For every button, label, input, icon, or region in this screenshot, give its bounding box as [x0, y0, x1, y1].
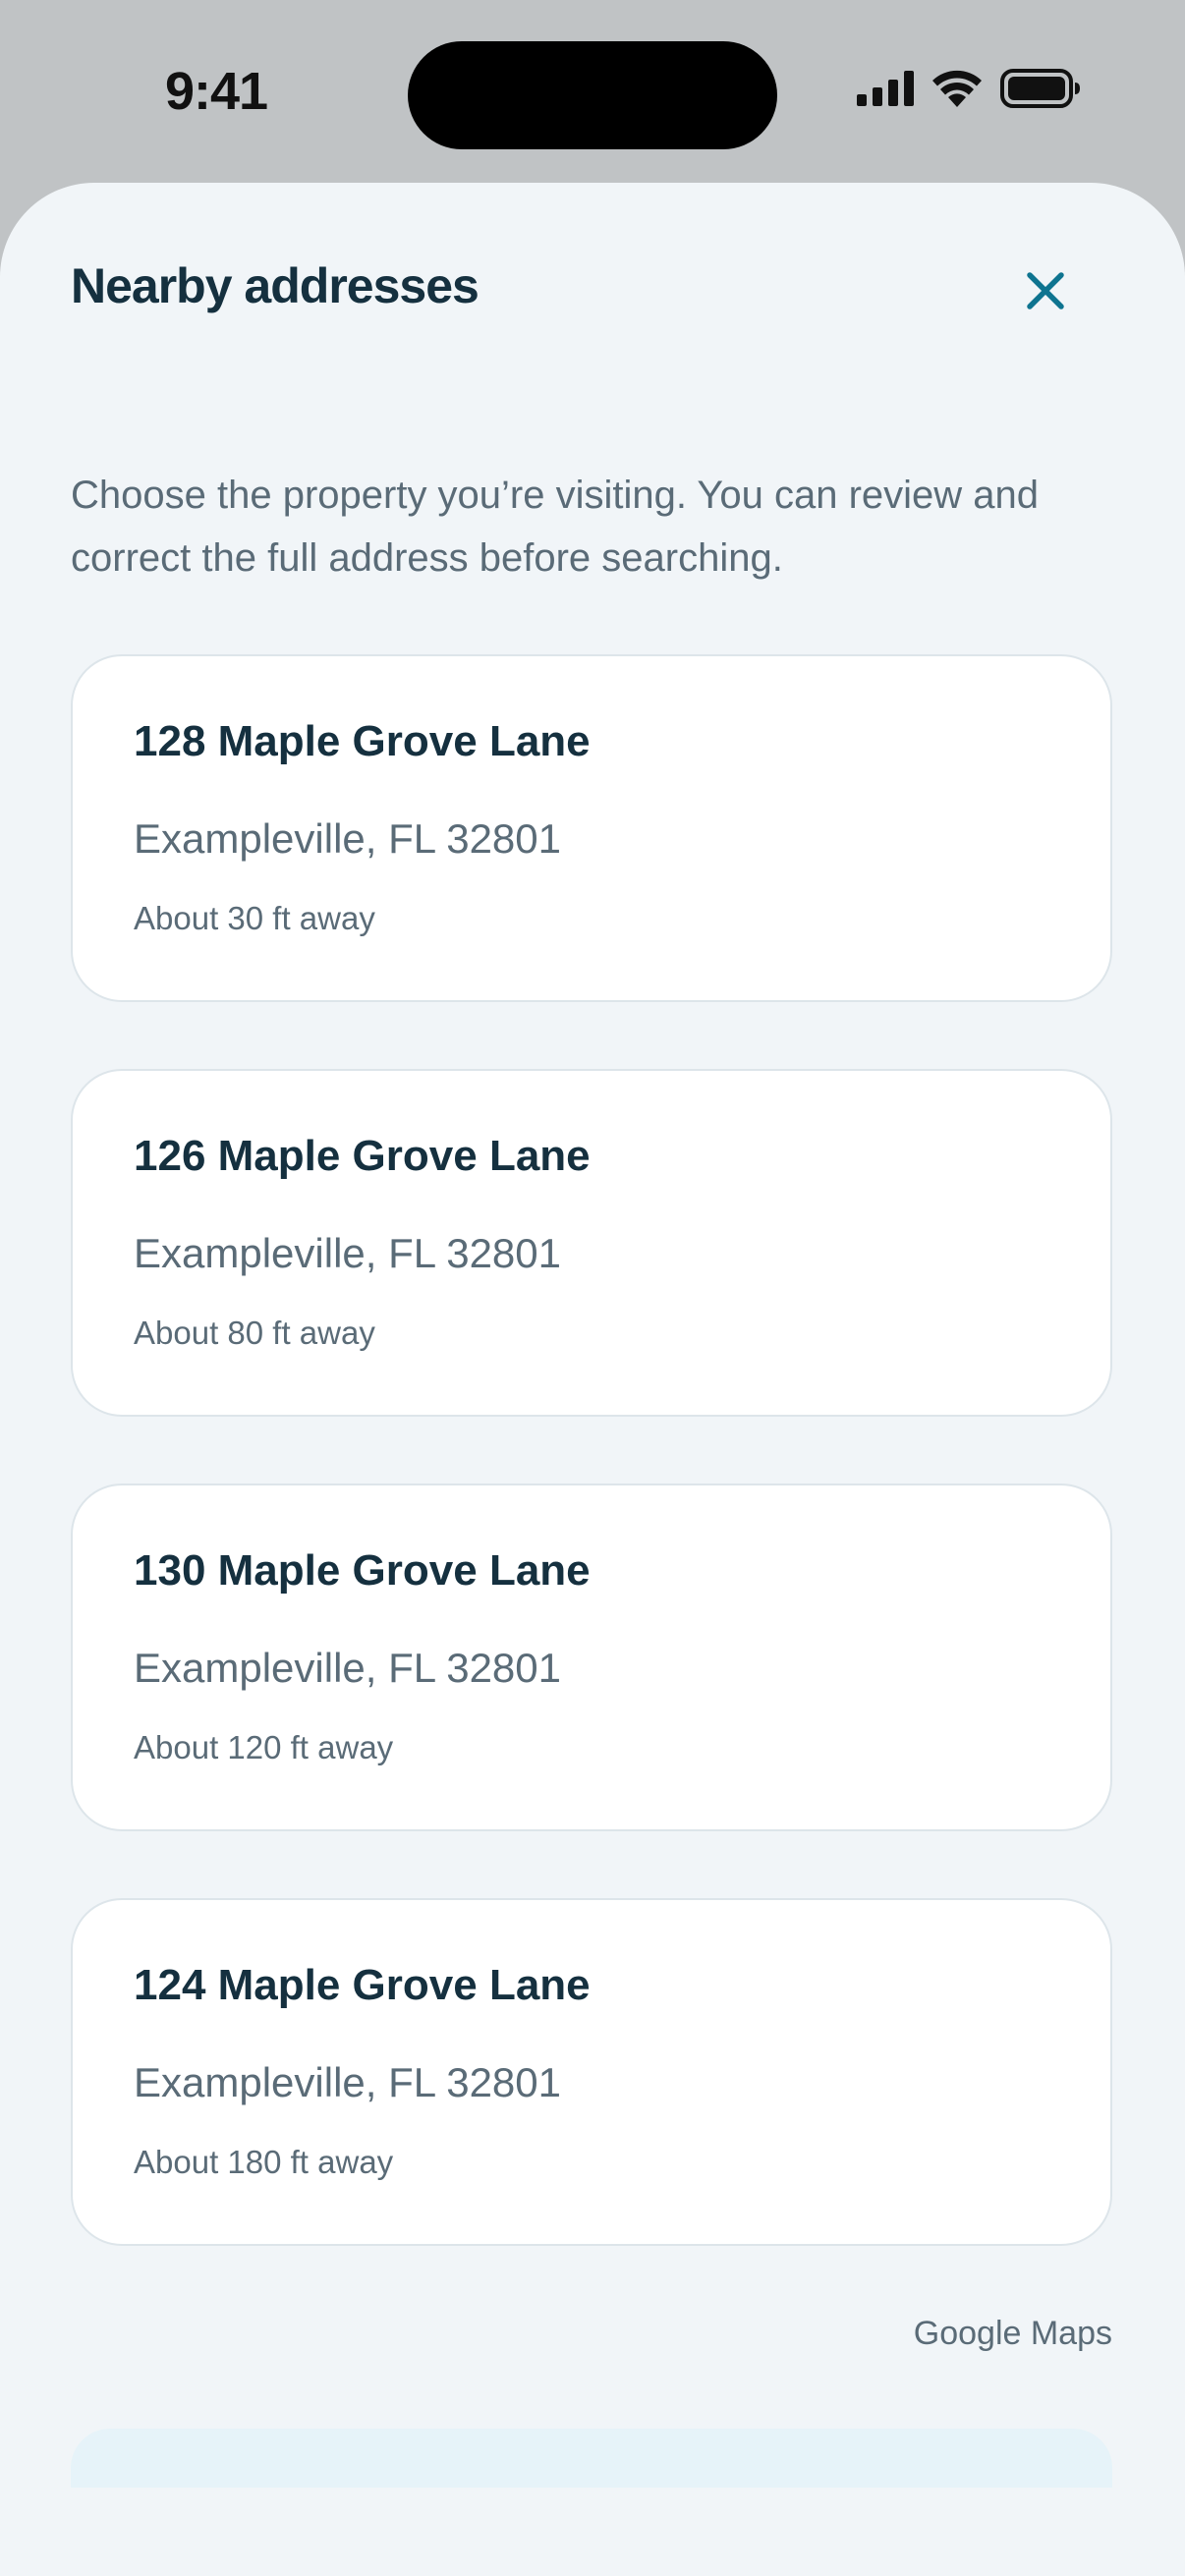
address-distance: About 80 ft away [134, 1315, 375, 1351]
battery-icon [1000, 69, 1080, 108]
sheet-title: Nearby addresses [71, 258, 480, 313]
address-option[interactable]: 126 Maple Grove Lane Exampleville, FL 32… [71, 1069, 1112, 1417]
dynamic-island [408, 41, 777, 149]
address-city: Exampleville, FL 32801 [134, 1230, 562, 1276]
close-icon [1027, 272, 1064, 309]
address-street: 128 Maple Grove Lane [134, 717, 591, 765]
address-street: 124 Maple Grove Lane [134, 1961, 591, 2009]
address-option[interactable]: 130 Maple Grove Lane Exampleville, FL 32… [71, 1484, 1112, 1831]
address-distance: About 30 ft away [134, 900, 375, 936]
status-icons [857, 69, 1081, 108]
address-street: 130 Maple Grove Lane [134, 1546, 591, 1595]
bottom-action-area [71, 2429, 1112, 2488]
address-option[interactable]: 128 Maple Grove Lane Exampleville, FL 32… [71, 654, 1112, 1002]
status-bar: 9:41 [0, 0, 1185, 183]
sheet-description: Choose the property you’re visiting. You… [71, 474, 1040, 580]
map-attribution: Google Maps [913, 2315, 1112, 2352]
address-distance: About 120 ft away [134, 1729, 394, 1765]
address-city: Exampleville, FL 32801 [134, 815, 562, 862]
wifi-icon [932, 70, 982, 107]
cellular-signal-icon [857, 71, 914, 106]
address-option[interactable]: 124 Maple Grove Lane Exampleville, FL 32… [71, 1898, 1112, 2246]
nearby-addresses-sheet: Nearby addresses Choose the property you… [0, 183, 1185, 2576]
address-city: Exampleville, FL 32801 [134, 2059, 562, 2105]
address-street: 126 Maple Grove Lane [134, 1132, 591, 1180]
status-time: 9:41 [165, 62, 268, 121]
close-button[interactable] [1018, 263, 1073, 318]
address-distance: About 180 ft away [134, 2144, 394, 2180]
address-city: Exampleville, FL 32801 [134, 1645, 562, 1691]
